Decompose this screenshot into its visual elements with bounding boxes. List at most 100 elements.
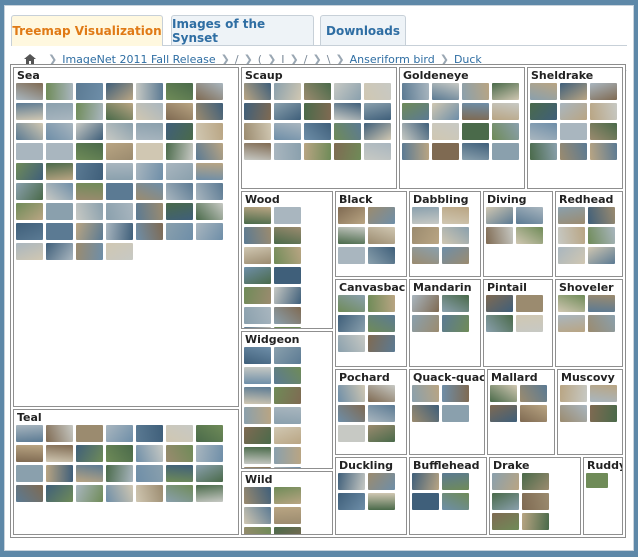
thumbnail-image[interactable] [522, 513, 549, 530]
thumbnail-image[interactable] [442, 247, 469, 264]
thumbnail-image[interactable] [244, 347, 271, 364]
thumbnail-image[interactable] [530, 123, 557, 140]
thumbnail-image[interactable] [338, 473, 365, 490]
thumbnail-image[interactable] [442, 295, 469, 312]
thumbnail-image[interactable] [274, 143, 301, 160]
thumbnail-image[interactable] [462, 83, 489, 100]
thumbnail-image[interactable] [442, 473, 469, 490]
thumbnail-image[interactable] [338, 493, 365, 510]
treemap-cell-wild[interactable]: Wild [241, 471, 333, 535]
thumbnail-image[interactable] [402, 123, 429, 140]
thumbnail-image[interactable] [46, 163, 73, 180]
thumbnail-image[interactable] [244, 507, 271, 524]
thumbnail-image[interactable] [274, 427, 301, 444]
tab-treemap-visualization[interactable]: Treemap Visualization [11, 15, 163, 46]
thumbnail-image[interactable] [76, 183, 103, 200]
thumbnail-image[interactable] [492, 473, 519, 490]
thumbnail-image[interactable] [522, 493, 549, 510]
thumbnail-image[interactable] [462, 103, 489, 120]
thumbnail-image[interactable] [492, 493, 519, 510]
thumbnail-image[interactable] [46, 243, 73, 260]
thumbnail-image[interactable] [516, 227, 543, 244]
thumbnail-image[interactable] [244, 103, 271, 120]
thumbnail-image[interactable] [136, 103, 163, 120]
thumbnail-image[interactable] [412, 405, 439, 422]
thumbnail-image[interactable] [166, 123, 193, 140]
thumbnail-image[interactable] [364, 83, 391, 100]
thumbnail-image[interactable] [590, 405, 617, 422]
thumbnail-image[interactable] [486, 315, 513, 332]
thumbnail-image[interactable] [368, 473, 395, 490]
thumbnail-image[interactable] [16, 123, 43, 140]
thumbnail-image[interactable] [558, 295, 585, 312]
thumbnail-image[interactable] [274, 307, 301, 324]
thumbnail-image[interactable] [588, 207, 615, 224]
thumbnail-image[interactable] [136, 143, 163, 160]
thumbnail-image[interactable] [368, 227, 395, 244]
thumbnail-image[interactable] [196, 425, 223, 442]
thumbnail-image[interactable] [136, 123, 163, 140]
treemap-cell-sheldrake[interactable]: Sheldrake [527, 67, 623, 189]
treemap-cell-goldeneye[interactable]: Goldeneye [399, 67, 525, 189]
thumbnail-image[interactable] [244, 487, 271, 504]
thumbnail-image[interactable] [560, 83, 587, 100]
treemap-cell-teal[interactable]: Teal [13, 409, 239, 535]
thumbnail-image[interactable] [334, 83, 361, 100]
thumbnail-image[interactable] [560, 103, 587, 120]
thumbnail-image[interactable] [432, 103, 459, 120]
thumbnail-image[interactable] [106, 83, 133, 100]
thumbnail-image[interactable] [274, 387, 301, 404]
thumbnail-image[interactable] [136, 445, 163, 462]
thumbnail-image[interactable] [16, 243, 43, 260]
thumbnail-image[interactable] [196, 83, 223, 100]
thumbnail-image[interactable] [244, 327, 271, 328]
thumbnail-image[interactable] [106, 425, 133, 442]
treemap-cell-canvasback[interactable]: Canvasback [335, 279, 407, 367]
thumbnail-image[interactable] [412, 207, 439, 224]
thumbnail-image[interactable] [402, 83, 429, 100]
thumbnail-image[interactable] [274, 227, 301, 244]
thumbnail-image[interactable] [520, 405, 547, 422]
thumbnail-image[interactable] [490, 405, 517, 422]
thumbnail-image[interactable] [590, 103, 617, 120]
thumbnail-image[interactable] [46, 465, 73, 482]
thumbnail-image[interactable] [412, 315, 439, 332]
thumbnail-image[interactable] [492, 513, 519, 530]
treemap-cell-ruddy[interactable]: Ruddy [583, 457, 623, 535]
thumbnail-image[interactable] [516, 295, 543, 312]
thumbnail-image[interactable] [196, 445, 223, 462]
thumbnail-image[interactable] [244, 447, 271, 464]
treemap-cell-mandarin[interactable]: Mandarin [409, 279, 481, 367]
thumbnail-image[interactable] [244, 83, 271, 100]
thumbnail-image[interactable] [516, 315, 543, 332]
thumbnail-image[interactable] [106, 123, 133, 140]
thumbnail-image[interactable] [166, 203, 193, 220]
thumbnail-image[interactable] [76, 83, 103, 100]
thumbnail-image[interactable] [16, 143, 43, 160]
thumbnail-image[interactable] [166, 143, 193, 160]
thumbnail-image[interactable] [46, 103, 73, 120]
thumbnail-image[interactable] [304, 103, 331, 120]
thumbnail-image[interactable] [136, 485, 163, 502]
thumbnail-image[interactable] [432, 83, 459, 100]
thumbnail-image[interactable] [442, 493, 469, 510]
thumbnail-image[interactable] [46, 203, 73, 220]
thumbnail-image[interactable] [76, 465, 103, 482]
thumbnail-image[interactable] [244, 247, 271, 264]
thumbnail-image[interactable] [588, 315, 615, 332]
thumbnail-image[interactable] [442, 207, 469, 224]
thumbnail-image[interactable] [16, 183, 43, 200]
thumbnail-image[interactable] [136, 83, 163, 100]
thumbnail-image[interactable] [274, 527, 301, 534]
thumbnail-image[interactable] [166, 103, 193, 120]
thumbnail-image[interactable] [402, 103, 429, 120]
thumbnail-image[interactable] [76, 123, 103, 140]
thumbnail-image[interactable] [368, 493, 395, 510]
thumbnail-image[interactable] [166, 83, 193, 100]
thumbnail-image[interactable] [166, 445, 193, 462]
thumbnail-image[interactable] [136, 163, 163, 180]
thumbnail-image[interactable] [274, 267, 301, 284]
thumbnail-image[interactable] [244, 287, 271, 304]
thumbnail-image[interactable] [244, 467, 271, 468]
thumbnail-image[interactable] [432, 143, 459, 160]
